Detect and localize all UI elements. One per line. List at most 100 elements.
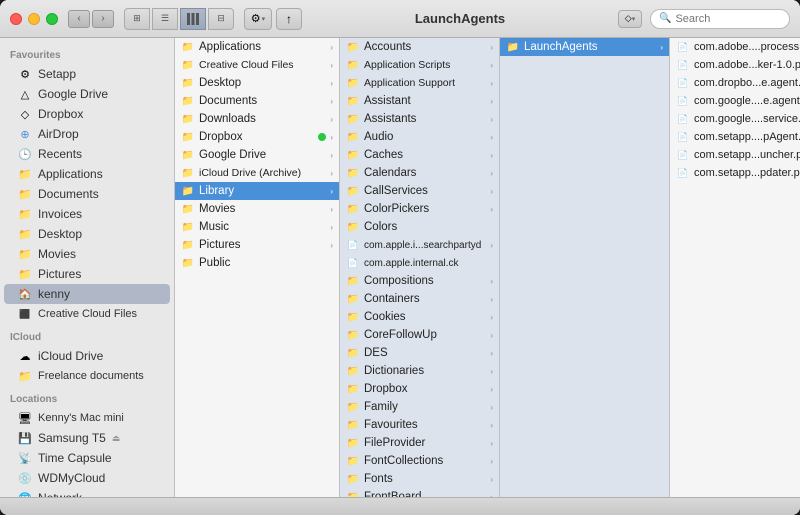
col2-colors[interactable]: 📁 Colors	[340, 218, 499, 236]
col2-fontcollections[interactable]: 📁 FontCollections ›	[340, 452, 499, 470]
col2-app-support[interactable]: 📁 Application Support ›	[340, 74, 499, 92]
col1-movies[interactable]: 📁 Movies ›	[175, 200, 339, 218]
sidebar-item-samsung-t5[interactable]: 💾 Samsung T5 ⏏	[4, 428, 170, 448]
col4-plist-5[interactable]: 📄 com.google....service.plist	[670, 110, 800, 128]
col2-callservices[interactable]: 📁 CallServices ›	[340, 182, 499, 200]
col2-containers[interactable]: 📁 Containers ›	[340, 290, 499, 308]
col2-assistants[interactable]: 📁 Assistants ›	[340, 110, 499, 128]
col2-corefollowup[interactable]: 📁 CoreFollowUp ›	[340, 326, 499, 344]
col1-desktop[interactable]: 📁 Desktop ›	[175, 74, 339, 92]
maximize-button[interactable]	[46, 13, 58, 25]
col-item-label: Assistant	[364, 95, 486, 107]
arrow-icon: ›	[490, 133, 493, 142]
col2-caches[interactable]: 📁 Caches ›	[340, 146, 499, 164]
col2-cookies[interactable]: 📁 Cookies ›	[340, 308, 499, 326]
col4-plist-3[interactable]: 📄 com.dropbo...e.agent.plist	[670, 74, 800, 92]
gear-button[interactable]: ⚙ ▾	[244, 8, 272, 30]
col2-des[interactable]: 📁 DES ›	[340, 344, 499, 362]
sidebar-item-kenny[interactable]: 🏠 kenny	[4, 284, 170, 304]
col1-applications[interactable]: 📁 Applications ›	[175, 38, 339, 56]
search-icon: 🔍	[659, 13, 671, 24]
sidebar-item-google-drive[interactable]: △ Google Drive	[4, 84, 170, 104]
icloud-icon: ☁	[18, 349, 32, 363]
sidebar-item-dropbox[interactable]: ◇ Dropbox	[4, 104, 170, 124]
col3-launchagents[interactable]: 📁 LaunchAgents ›	[500, 38, 669, 56]
sidebar-item-desktop[interactable]: 📁 Desktop	[4, 224, 170, 244]
col2-com-apple-searchpartyd[interactable]: 📄 com.apple.i...searchpartyd ›	[340, 236, 499, 254]
col4-plist-8[interactable]: 📄 com.setapp...pdater.plist	[670, 164, 800, 182]
col1-downloads[interactable]: 📁 Downloads ›	[175, 110, 339, 128]
minimize-button[interactable]	[28, 13, 40, 25]
col-item-label: Assistants	[364, 113, 486, 125]
sidebar: Favourites ⚙ Setapp △ Google Drive ◇ Dro…	[0, 38, 175, 497]
col1-library[interactable]: 📁 Library ›	[175, 182, 339, 200]
col1-documents[interactable]: 📁 Documents ›	[175, 92, 339, 110]
folder-icon: 📁	[346, 76, 360, 90]
col-item-label: LaunchAgents	[524, 41, 656, 53]
col1-pictures[interactable]: 📁 Pictures ›	[175, 236, 339, 254]
traffic-lights	[10, 13, 58, 25]
sidebar-item-documents[interactable]: 📁 Documents	[4, 184, 170, 204]
col2-fileprovider[interactable]: 📁 FileProvider ›	[340, 434, 499, 452]
sidebar-item-recents[interactable]: 🕒 Recents	[4, 144, 170, 164]
col2-audio[interactable]: 📁 Audio ›	[340, 128, 499, 146]
search-box[interactable]: 🔍	[650, 9, 790, 29]
share-button[interactable]: ↑	[276, 8, 302, 30]
sidebar-item-time-capsule[interactable]: 📡 Time Capsule	[4, 448, 170, 468]
sidebar-item-mac-mini[interactable]: 🖥 Kenny's Mac mini	[4, 408, 170, 428]
col2-family[interactable]: 📁 Family ›	[340, 398, 499, 416]
sidebar-item-setapp[interactable]: ⚙ Setapp	[4, 64, 170, 84]
eject-icon[interactable]: ⏏	[112, 433, 121, 444]
sidebar-item-freelance[interactable]: 📁 Freelance documents	[4, 366, 170, 386]
col2-favourites[interactable]: 📁 Favourites ›	[340, 416, 499, 434]
col2-dictionaries[interactable]: 📁 Dictionaries ›	[340, 362, 499, 380]
col1-music[interactable]: 📁 Music ›	[175, 218, 339, 236]
sidebar-item-applications[interactable]: 📁 Applications	[4, 164, 170, 184]
col-item-label: com.adobe....process.plist	[694, 41, 800, 53]
col4-plist-6[interactable]: 📄 com.setapp....pAgent.plist	[670, 128, 800, 146]
col4-plist-2[interactable]: 📄 com.adobe...ker-1.0.plist	[670, 56, 800, 74]
search-input[interactable]	[675, 13, 781, 25]
col2-calendars[interactable]: 📁 Calendars ›	[340, 164, 499, 182]
col-item-label: Downloads	[199, 113, 326, 125]
view-icon-button[interactable]: ⊞	[124, 8, 150, 30]
col2-assistant[interactable]: 📁 Assistant ›	[340, 92, 499, 110]
col1-dropbox[interactable]: 📁 Dropbox ›	[175, 128, 339, 146]
col4-plist-1[interactable]: 📄 com.adobe....process.plist	[670, 38, 800, 56]
setapp-icon: ⚙	[18, 67, 32, 81]
col2-com-apple-internal[interactable]: 📄 com.apple.internal.ck	[340, 254, 499, 272]
dropbox-button[interactable]: ◇ ▾	[618, 10, 642, 28]
col4-plist-4[interactable]: 📄 com.google....e.agent.plist	[670, 92, 800, 110]
sidebar-item-wdmycloud[interactable]: 💿 WDMyCloud	[4, 468, 170, 488]
view-list-button[interactable]: ☰	[152, 8, 178, 30]
sidebar-item-invoices[interactable]: 📁 Invoices	[4, 204, 170, 224]
folder-icon: 📁	[346, 490, 360, 497]
col1-icloud-archive[interactable]: 📁 iCloud Drive (Archive) ›	[175, 164, 339, 182]
col2-fonts[interactable]: 📁 Fonts ›	[340, 470, 499, 488]
sidebar-item-creative-cloud[interactable]: ⬛ Creative Cloud Files	[4, 304, 170, 324]
sidebar-item-pictures[interactable]: 📁 Pictures	[4, 264, 170, 284]
view-cover-button[interactable]: ⊟	[208, 8, 234, 30]
col-item-label: com.setapp...pdater.plist	[694, 167, 800, 179]
sidebar-item-icloud-drive[interactable]: ☁ iCloud Drive	[4, 346, 170, 366]
view-column-button[interactable]	[180, 8, 206, 30]
col1-google-drive[interactable]: 📁 Google Drive ›	[175, 146, 339, 164]
arrow-icon: ›	[490, 241, 493, 250]
col2-app-scripts[interactable]: 📁 Application Scripts ›	[340, 56, 499, 74]
col4-plist-7[interactable]: 📄 com.setapp...uncher.plist	[670, 146, 800, 164]
sidebar-item-network[interactable]: 🌐 Network	[4, 488, 170, 497]
recents-icon: 🕒	[18, 147, 32, 161]
col1-public[interactable]: 📁 Public	[175, 254, 339, 272]
back-button[interactable]: ‹	[68, 10, 90, 28]
sidebar-item-airdrop[interactable]: ⊕ AirDrop	[4, 124, 170, 144]
col2-colorpickers[interactable]: 📁 ColorPickers ›	[340, 200, 499, 218]
close-button[interactable]	[10, 13, 22, 25]
col-item-label: CoreFollowUp	[364, 329, 486, 341]
sidebar-item-movies[interactable]: 📁 Movies	[4, 244, 170, 264]
forward-button[interactable]: ›	[92, 10, 114, 28]
col2-dropbox[interactable]: 📁 Dropbox ›	[340, 380, 499, 398]
col2-frontboard[interactable]: 📁 FrontBoard ›	[340, 488, 499, 497]
col2-compositions[interactable]: 📁 Compositions ›	[340, 272, 499, 290]
col1-creative-cloud[interactable]: 📁 Creative Cloud Files ›	[175, 56, 339, 74]
col2-accounts[interactable]: 📁 Accounts ›	[340, 38, 499, 56]
